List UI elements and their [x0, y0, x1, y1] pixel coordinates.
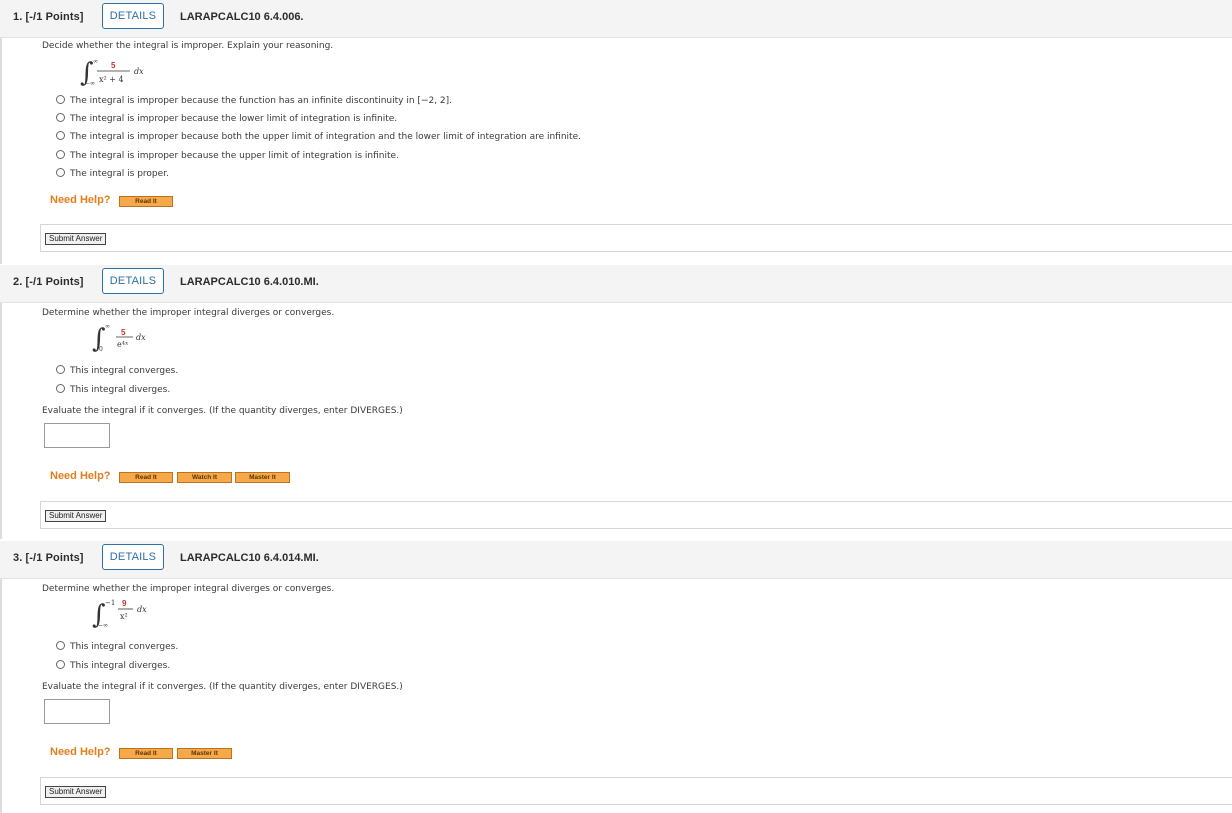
master-it-button[interactable]: Master It [235, 472, 290, 483]
question-number: 3. [-/1 Points] [13, 552, 84, 564]
option-diverges[interactable]: This integral diverges. [56, 384, 170, 395]
numerator: 5 [111, 61, 116, 70]
question-body: Decide whether the integral is improper.… [0, 38, 1232, 264]
upper-limit: ∞ [105, 323, 110, 330]
lower-limit: −∞ [85, 80, 95, 87]
option-3[interactable]: The integral is improper because both th… [56, 131, 581, 142]
option-converges[interactable]: This integral converges. [56, 641, 178, 652]
denominator: e⁴ˣ [117, 340, 128, 349]
radio-button[interactable] [56, 95, 65, 104]
submit-area: Submit Answer [40, 224, 1232, 252]
radio-button[interactable] [56, 113, 65, 122]
question-prompt: Determine whether the improper integral … [42, 308, 335, 318]
question-prompt: Determine whether the improper integral … [42, 584, 335, 594]
question-id: LARAPCALC10 6.4.006. [180, 11, 304, 23]
master-it-button[interactable]: Master It [177, 748, 232, 759]
lower-limit: −∞ [98, 622, 108, 629]
radio-button[interactable] [56, 384, 65, 393]
details-button[interactable]: DETAILS [102, 268, 164, 294]
question-id: LARAPCALC10 6.4.014.MI. [180, 552, 319, 564]
details-button[interactable]: DETAILS [102, 3, 164, 29]
question-id: LARAPCALC10 6.4.010.MI. [180, 276, 319, 288]
details-button[interactable]: DETAILS [102, 544, 164, 570]
read-it-button[interactable]: Read It [119, 196, 173, 207]
radio-button[interactable] [56, 168, 65, 177]
option-1[interactable]: The integral is improper because the fun… [56, 95, 452, 106]
read-it-button[interactable]: Read It [119, 748, 173, 759]
evaluate-prompt: Evaluate the integral if it converges. (… [42, 406, 403, 416]
evaluate-prompt: Evaluate the integral if it converges. (… [42, 682, 403, 692]
dx-label: dx [134, 67, 144, 76]
question-1: 1. [-/1 Points] DETAILS LARAPCALC10 6.4.… [0, 0, 1232, 264]
question-number: 1. [-/1 Points] [13, 11, 84, 23]
integral-expression: ∫ −1 −∞ 9 x² dx [92, 599, 147, 630]
upper-limit: ∞ [93, 58, 98, 65]
denominator: x² [120, 612, 128, 621]
submit-answer-button[interactable]: Submit Answer [45, 786, 107, 798]
answer-input[interactable] [44, 699, 110, 724]
question-body: Determine whether the improper integral … [0, 579, 1232, 813]
question-number: 2. [-/1 Points] [13, 276, 84, 288]
question-body: Determine whether the improper integral … [0, 303, 1232, 539]
integral-expression: ∫ ∞ 0 5 e⁴ˣ dx [92, 323, 146, 354]
option-diverges[interactable]: This integral diverges. [56, 660, 170, 671]
upper-limit: −1 [105, 599, 115, 607]
radio-button[interactable] [56, 641, 65, 650]
question-prompt: Decide whether the integral is improper.… [42, 41, 334, 51]
question-header: 3. [-/1 Points] DETAILS LARAPCALC10 6.4.… [0, 541, 1232, 579]
need-help-label: Need Help? [50, 746, 111, 758]
submit-area: Submit Answer [40, 501, 1232, 529]
question-header: 2. [-/1 Points] DETAILS LARAPCALC10 6.4.… [0, 265, 1232, 303]
dx-label: dx [136, 333, 146, 342]
answer-input[interactable] [44, 423, 110, 448]
submit-answer-button[interactable]: Submit Answer [45, 510, 107, 522]
dx-label: dx [137, 605, 147, 614]
option-5[interactable]: The integral is proper. [56, 168, 169, 179]
submit-area: Submit Answer [40, 777, 1232, 805]
question-3: 3. [-/1 Points] DETAILS LARAPCALC10 6.4.… [0, 541, 1232, 813]
watch-it-button[interactable]: Watch It [177, 472, 232, 483]
read-it-button[interactable]: Read It [119, 472, 173, 483]
submit-answer-button[interactable]: Submit Answer [45, 233, 107, 245]
need-help-label: Need Help? [50, 470, 111, 482]
integral-expression: ∫ ∞ −∞ 5 x² + 4 dx [80, 58, 144, 88]
denominator: x² + 4 [99, 75, 124, 84]
numerator: 9 [122, 599, 127, 608]
need-help-label: Need Help? [50, 194, 111, 206]
question-2: 2. [-/1 Points] DETAILS LARAPCALC10 6.4.… [0, 265, 1232, 540]
question-header: 1. [-/1 Points] DETAILS LARAPCALC10 6.4.… [0, 0, 1232, 38]
numerator: 5 [121, 328, 126, 337]
option-4[interactable]: The integral is improper because the upp… [56, 150, 399, 161]
radio-button[interactable] [56, 660, 65, 669]
lower-limit: 0 [99, 346, 103, 353]
radio-button[interactable] [56, 131, 65, 140]
option-converges[interactable]: This integral converges. [56, 365, 178, 376]
radio-button[interactable] [56, 365, 65, 374]
option-2[interactable]: The integral is improper because the low… [56, 113, 397, 124]
radio-button[interactable] [56, 150, 65, 159]
